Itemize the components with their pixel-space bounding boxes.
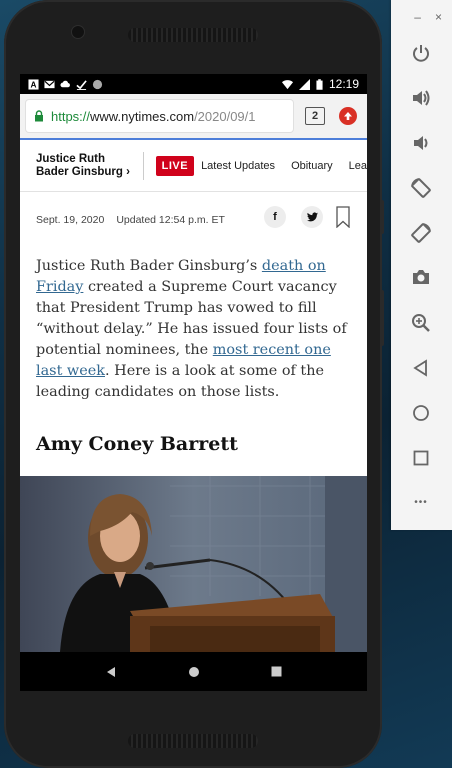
- twitter-share-button[interactable]: [301, 206, 323, 228]
- candidate-photo[interactable]: [20, 476, 367, 652]
- volume-up-button[interactable]: [409, 86, 433, 110]
- nav-link-lea[interactable]: Lea: [349, 160, 367, 172]
- top-speaker: [128, 28, 258, 42]
- circle-status-icon: [92, 79, 103, 89]
- power-button[interactable]: [409, 41, 433, 65]
- a-notification-icon: A: [28, 78, 39, 89]
- zoom-icon: [412, 314, 430, 332]
- recents-nav-button[interactable]: [271, 666, 282, 677]
- chevron-right-icon: ›: [126, 165, 130, 178]
- status-bar: A 12:19: [20, 74, 367, 94]
- nav-divider: [142, 151, 144, 180]
- volume-down-icon: [414, 136, 428, 150]
- phone-screen: A 12:19 https://www.nytimes.com/2020/09/…: [20, 74, 367, 691]
- facebook-icon: f: [273, 211, 277, 223]
- wifi-icon: [281, 79, 293, 89]
- nav-link-latest-updates[interactable]: Latest Updates: [201, 160, 275, 172]
- gmail-icon: [44, 80, 55, 88]
- back-icon: [413, 359, 427, 377]
- paragraph-text: Justice Ruth Bader Ginsburg’s: [36, 258, 262, 274]
- nav-link-obituary[interactable]: Obituary: [291, 160, 333, 172]
- zoom-button[interactable]: [409, 311, 433, 335]
- bottom-speaker: [128, 734, 258, 748]
- bookmark-icon[interactable]: [336, 206, 350, 228]
- front-camera: [72, 26, 84, 38]
- android-nav-bar: [20, 652, 367, 691]
- overview-icon: [413, 450, 429, 466]
- volume-down-button[interactable]: [409, 131, 433, 155]
- emulator-toolbar: – × •••: [391, 0, 452, 530]
- rotate-right-icon: [411, 223, 431, 243]
- article-body: Justice Ruth Bader Ginsburg’s death on F…: [20, 248, 367, 403]
- section-nav: Justice Ruth Bader Ginsburg › LIVE Lates…: [20, 140, 367, 192]
- hardware-power-button: [380, 200, 384, 234]
- lock-icon: [35, 110, 43, 122]
- back-button[interactable]: [409, 356, 433, 380]
- more-button[interactable]: •••: [409, 490, 433, 514]
- url-path: /2020/09/1: [194, 108, 256, 124]
- home-icon: [413, 405, 429, 421]
- url-scheme: https://: [51, 108, 91, 124]
- facebook-share-button[interactable]: f: [264, 206, 286, 228]
- camera-icon: [413, 270, 429, 284]
- podium-photo: [20, 476, 367, 652]
- update-menu-button[interactable]: [339, 107, 357, 125]
- hardware-volume-button: [380, 290, 384, 346]
- updated-time: Updated 12:54 p.m. ET: [116, 214, 225, 226]
- browser-toolbar: https://www.nytimes.com/2020/09/1 2: [20, 94, 367, 140]
- rotate-right-button[interactable]: [409, 221, 433, 245]
- publish-date: Sept. 19, 2020: [36, 214, 105, 226]
- signal-icon: [298, 78, 310, 90]
- section-title-line1: Justice Ruth: [36, 152, 106, 165]
- url-host: www.nytimes.com: [90, 108, 195, 124]
- section-title[interactable]: Justice Ruth Bader Ginsburg ›: [36, 153, 135, 179]
- home-nav-button[interactable]: [188, 666, 200, 678]
- live-badge[interactable]: LIVE: [155, 155, 195, 176]
- section-title-line2: Bader Ginsburg: [36, 165, 123, 178]
- overview-button[interactable]: [409, 446, 433, 470]
- back-nav-button[interactable]: [105, 666, 117, 678]
- article-meta: Sept. 19, 2020 Updated 12:54 p.m. ET f: [20, 192, 367, 248]
- tab-switcher-button[interactable]: 2: [305, 107, 325, 125]
- svg-text:A: A: [31, 80, 37, 89]
- battery-icon: [316, 78, 323, 90]
- cloud-icon: [60, 80, 70, 87]
- close-button[interactable]: ×: [435, 10, 442, 24]
- status-time: 12:19: [328, 77, 359, 91]
- address-bar[interactable]: https://www.nytimes.com/2020/09/1: [26, 100, 293, 132]
- rotate-left-button[interactable]: [409, 176, 433, 200]
- arrow-up-icon: [344, 112, 352, 120]
- minimize-button[interactable]: –: [414, 10, 421, 24]
- checkmark-icon: [76, 79, 87, 90]
- article-paragraph: Justice Ruth Bader Ginsburg’s death on F…: [36, 256, 351, 403]
- rotate-left-icon: [411, 178, 431, 198]
- home-button[interactable]: [409, 401, 433, 425]
- screenshot-button[interactable]: [409, 265, 433, 289]
- twitter-icon: [306, 212, 318, 222]
- volume-up-icon: [413, 90, 430, 106]
- power-icon: [413, 45, 429, 62]
